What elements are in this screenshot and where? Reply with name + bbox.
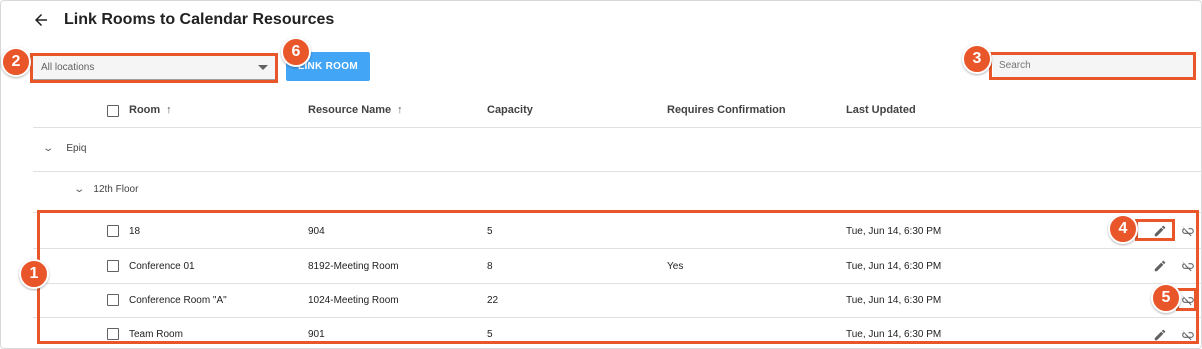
column-header-resource-label: Resource Name xyxy=(308,104,392,116)
callout-box-3 xyxy=(989,52,1196,80)
column-header-resource[interactable]: Resource Name ↑ xyxy=(308,104,403,116)
sort-up-icon[interactable]: ↑ xyxy=(397,104,403,116)
column-header-capacity[interactable]: Capacity xyxy=(487,104,533,116)
column-header-room-label: Room xyxy=(129,104,161,116)
sort-up-icon[interactable]: ↑ xyxy=(166,104,172,116)
callout-badge-4: 4 xyxy=(1108,214,1138,244)
select-all-checkbox[interactable] xyxy=(107,105,119,117)
callout-badge-5: 5 xyxy=(1151,283,1181,313)
callout-box-4 xyxy=(1135,219,1175,241)
column-header-room[interactable]: Room ↑ xyxy=(129,104,172,116)
divider xyxy=(33,127,1202,128)
subgroup-label: 12th Floor xyxy=(93,184,139,195)
column-header-confirmation[interactable]: Requires Confirmation xyxy=(667,104,786,116)
subgroup-row-12th-floor[interactable]: ⌄ 12th Floor xyxy=(73,184,139,195)
group-row-epiq[interactable]: ⌄ Epiq xyxy=(42,143,87,154)
divider xyxy=(33,171,1202,172)
callout-badge-2: 2 xyxy=(1,47,31,77)
chevron-down-icon[interactable]: ⌄ xyxy=(42,143,54,154)
callout-badge-1: 1 xyxy=(19,259,49,289)
back-arrow-icon[interactable] xyxy=(32,11,50,29)
page-title: Link Rooms to Calendar Resources xyxy=(64,11,335,28)
callout-box-2 xyxy=(30,53,278,83)
column-header-updated[interactable]: Last Updated xyxy=(846,104,916,116)
callout-box-1 xyxy=(37,210,1199,344)
page-header: Link Rooms to Calendar Resources xyxy=(32,8,334,32)
group-label: Epiq xyxy=(66,143,87,154)
chevron-down-icon[interactable]: ⌄ xyxy=(73,184,85,195)
callout-badge-3: 3 xyxy=(962,44,992,74)
callout-badge-6: 6 xyxy=(281,37,311,67)
